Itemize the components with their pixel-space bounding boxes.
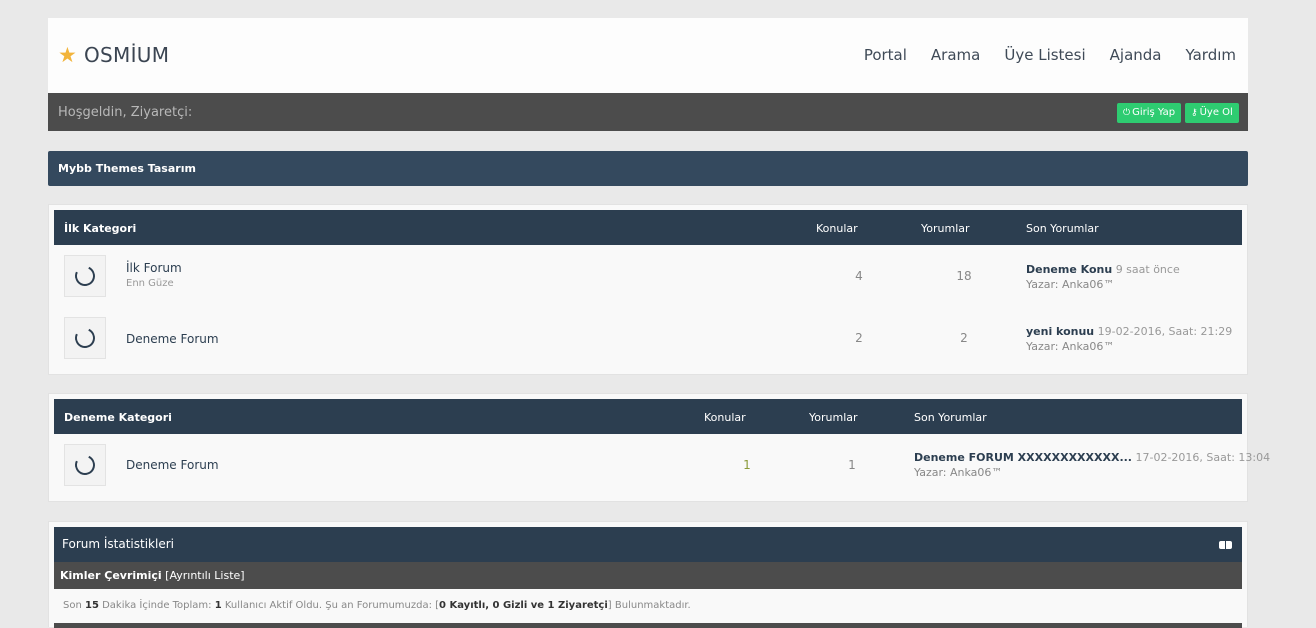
forum-name[interactable]: Deneme Forum [126,458,219,472]
last-post: Deneme Konu 9 saat önce [1026,263,1180,276]
register-label: Üye Ol [1199,107,1233,118]
forum-status-icon [64,444,106,486]
forum-name[interactable]: İlk Forum [126,261,182,275]
online-bar: Kimler Çevrimiçi [Ayrıntılı Liste] [54,562,1242,589]
login-button[interactable]: ⏻ Giriş Yap [1117,103,1182,123]
last-post-title[interactable]: Deneme Konu [1026,263,1112,276]
site-header: ★ OSMİUM Portal Arama Üye Listesi Ajanda… [48,18,1248,93]
nav-calendar[interactable]: Ajanda [1110,46,1162,64]
top-nav: Portal Arama Üye Listesi Ajanda Yardım [864,46,1236,64]
forum-posts-count: 2 [960,331,968,345]
forum-posts-count: 1 [848,458,856,472]
logo-text: OSMİUM [84,43,170,67]
col-last-posts: Son Yorumlar [1026,222,1099,235]
theme-banner: Mybb Themes Tasarım [48,151,1248,186]
forum-posts-count: 18 [956,269,972,283]
star-icon: ★ [58,42,77,67]
nav-member-list[interactable]: Üye Listesi [1004,46,1085,64]
forum-status-icon [64,317,106,359]
nav-search[interactable]: Arama [931,46,980,64]
category-header: İlk Kategori Konular Yorumlar Son Yoruml… [54,210,1242,245]
login-label: Giriş Yap [1132,107,1176,118]
power-icon: ⏻ [1123,108,1131,118]
category-title[interactable]: İlk Kategori [64,222,136,235]
category-box: İlk Kategori Konular Yorumlar Son Yoruml… [48,204,1248,375]
register-button[interactable]: ⚷ Üye Ol [1185,103,1239,123]
last-post: yeni konuu 19-02-2016, Saat: 21:29 [1026,325,1232,338]
col-posts: Yorumlar [921,222,970,235]
category-title[interactable]: Deneme Kategori [64,411,172,424]
site-logo[interactable]: ★ OSMİUM [58,43,169,67]
last-post-time: 17-02-2016, Saat: 13:04 [1135,451,1271,464]
last-post-time: 19-02-2016, Saat: 21:29 [1097,325,1233,338]
forum-row: Deneme Forum 1 1 Deneme FORUM XXXXXXXXXX… [54,434,1270,496]
last-post: Deneme FORUM XXXXXXXXXXXX... 17-02-2016,… [914,451,1270,464]
online-title: Kimler Çevrimiçi [60,569,162,582]
forum-description: Enn Güze [126,278,174,289]
stats-divider [54,623,1242,628]
last-post-title[interactable]: Deneme FORUM XXXXXXXXXXXX... [914,451,1132,464]
forum-stats: Forum İstatistikleri Kimler Çevrimiçi [A… [48,521,1248,628]
last-post-title[interactable]: yeni konuu [1026,325,1094,338]
category-header: Deneme Kategori Konular Yorumlar Son Yor… [54,399,1242,434]
category-box: Deneme Kategori Konular Yorumlar Son Yor… [48,393,1270,502]
col-posts: Yorumlar [809,411,858,424]
last-post-author[interactable]: Yazar: Anka06™ [914,466,1002,479]
last-post-author[interactable]: Yazar: Anka06™ [1026,278,1114,291]
col-topics: Konular [816,222,858,235]
forum-row: Deneme Forum 2 2 yeni konuu 19-02-2016, … [54,307,1242,369]
forum-topics-count: 1 [743,458,751,472]
stats-header: Forum İstatistikleri [54,527,1242,562]
key-icon: ⚷ [1191,108,1198,118]
forum-topics-count: 4 [855,269,863,283]
forum-row: İlk Forum Enn Güze 4 18 Deneme Konu 9 sa… [54,245,1242,307]
welcome-text: Hoşgeldin, Ziyaretçi: [58,105,193,120]
col-topics: Konular [704,411,746,424]
collapse-icon[interactable] [1219,541,1232,549]
stats-title: Forum İstatistikleri [62,537,174,551]
welcome-bar: Hoşgeldin, Ziyaretçi: ⏻ Giriş Yap ⚷ Üye … [48,93,1248,131]
col-last-posts: Son Yorumlar [914,411,987,424]
online-summary: Son 15 Dakika İçinde Toplam: 1 Kullanıcı… [63,600,691,611]
forum-status-icon [64,255,106,297]
forum-name[interactable]: Deneme Forum [126,332,219,346]
online-detail-link[interactable]: [Ayrıntılı Liste] [165,569,244,582]
forum-topics-count: 2 [855,331,863,345]
nav-help[interactable]: Yardım [1186,46,1237,64]
last-post-time: 9 saat önce [1115,263,1180,276]
theme-banner-text: Mybb Themes Tasarım [58,162,196,175]
nav-portal[interactable]: Portal [864,46,907,64]
last-post-author[interactable]: Yazar: Anka06™ [1026,340,1114,353]
